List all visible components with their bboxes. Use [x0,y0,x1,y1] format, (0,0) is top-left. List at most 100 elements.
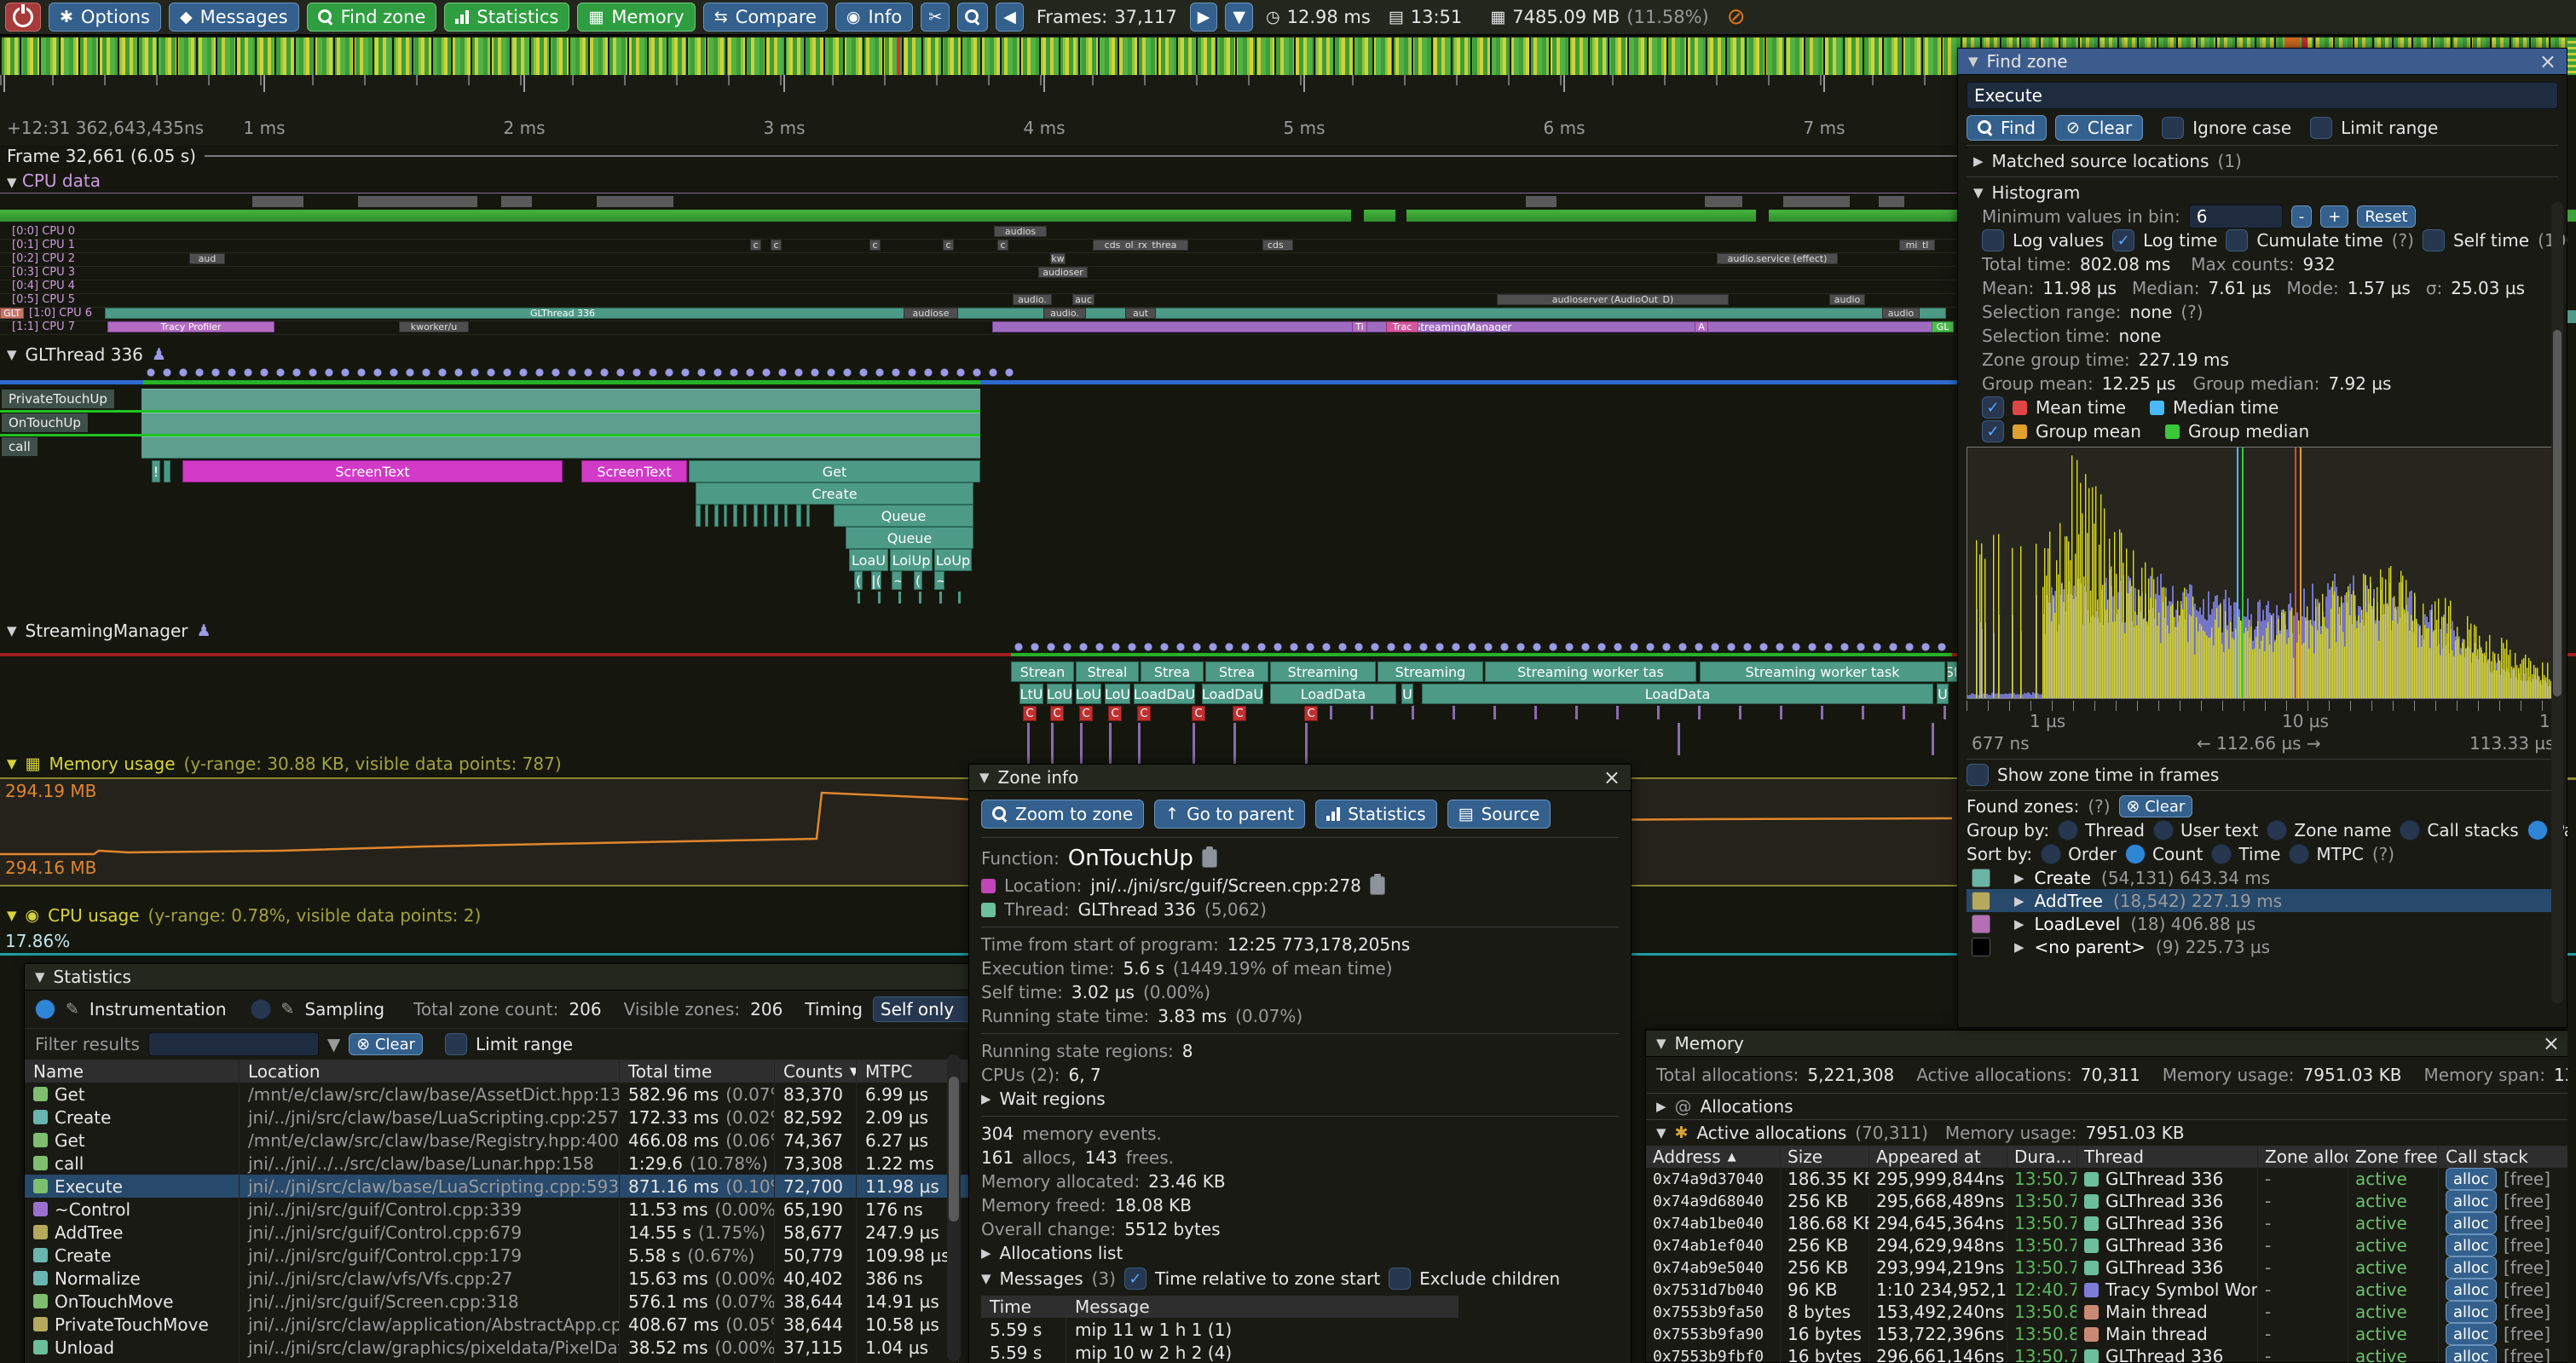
memory-table-header[interactable]: Address▲ SizeAppeared at Dura...Thread Z… [1646,1146,2570,1168]
statistics-button[interactable]: Statistics [444,3,569,32]
cpu-zone-chip[interactable]: GLT [0,308,24,319]
message-row[interactable]: 5.59 smip 10 w 2 h 2 (4) [981,1341,1458,1363]
options-button[interactable]: ✱Options [49,3,161,32]
zone-bar[interactable] [784,505,788,527]
zone-bar[interactable]: Strean [1011,661,1074,682]
limit-range-checkbox[interactable] [2310,117,2332,139]
found-zone-row[interactable]: ▶ Create (54,131) 643.34 ms [1967,866,2558,889]
collapse-icon[interactable]: ▼ [981,1271,991,1286]
cpu-zone-chip[interactable]: GL [1932,321,1954,332]
zone-bar[interactable]: LoadDaU [1134,684,1195,704]
zone-bar[interactable]: LoUp [934,549,972,571]
zone-bar[interactable]: ( [854,571,863,590]
zone-bar[interactable] [806,505,810,527]
matched-locations-toggle[interactable]: ▶ Matched source locations(1) [1967,149,2558,173]
cpu-zone-chip[interactable]: c [869,240,881,251]
allocation-row[interactable]: 0x7553b9fa90 16 bytes 153,722,396ns 13:5… [1646,1323,2570,1345]
copy-icon[interactable] [1370,876,1385,895]
zone-bar[interactable] [164,460,170,482]
source-button[interactable]: ▤Source [1447,800,1551,829]
next-frame-button[interactable]: ▶ [1190,3,1218,32]
zone-bar[interactable]: ( [914,571,922,590]
messages-button[interactable]: ◆Messages [169,3,299,32]
cpu-row-0[interactable]: [0:0] CPU 0audios [0,225,1957,240]
cpu-zone-chip[interactable]: audio. [1013,294,1052,305]
zone-bar[interactable] [696,505,701,527]
clear-filter-button[interactable]: ⊗ Clear [349,1033,423,1055]
sort-by-option[interactable]: Count [2125,844,2203,864]
cpu-row-7[interactable]: Tracy Profilerkworker/uStreamingManagerT… [0,321,1957,335]
allocation-row[interactable]: 0x74a9d37040 186.35 KB 295,999,844ns 13:… [1646,1168,2570,1190]
zone-bar[interactable]: U [1937,684,1949,704]
ignore-case-checkbox[interactable] [2162,117,2184,139]
zone-bar[interactable]: C [1108,706,1122,721]
allocation-row[interactable]: 0x74ab1ef040 256 KB 294,629,948ns 13:50.… [1646,1234,2570,1256]
active-allocations-toggle[interactable]: ▼ ✱ Active allocations (70,311) Memory u… [1646,1120,2570,1146]
group-by-option[interactable]: User text [2153,820,2258,840]
alloc-link[interactable]: alloc [2446,1168,2497,1190]
alloc-link[interactable]: alloc [2446,1301,2497,1323]
allocation-row[interactable]: 0x74a9d68040 256 KB 295,668,489ns 13:50.… [1646,1190,2570,1212]
close-icon[interactable] [2543,1033,2560,1054]
cpu-zone-chip[interactable]: audio [1829,294,1865,305]
zone-bar[interactable] [796,505,801,527]
zone-bar[interactable] [898,592,901,604]
zone-bar[interactable]: Queue [846,527,973,549]
limit-range-checkbox[interactable] [445,1033,467,1055]
zone-bar[interactable]: C [1233,706,1246,721]
zone-bar[interactable] [858,592,860,604]
help-icon[interactable]: (?) [2392,230,2414,251]
power-button[interactable] [5,3,41,32]
zone-bar[interactable]: LoU [1047,684,1072,704]
zone-bar[interactable]: U [1401,684,1413,704]
sort-by-option[interactable]: Time [2211,844,2280,864]
log-values-checkbox[interactable] [1982,229,2004,251]
group-by-option[interactable]: Call stacks [2400,820,2518,840]
cpu-zone-chip[interactable]: audiose [904,308,958,319]
help-icon[interactable]: (?) [2088,796,2110,817]
zone-info-titlebar[interactable]: ▼ Zone info [969,765,1631,791]
cpu-zone-chip[interactable]: audios [994,226,1047,237]
alloc-link[interactable]: alloc [2446,1323,2497,1345]
ghost-zones-icon[interactable]: ♟ [152,345,166,364]
allocation-row[interactable]: 0x7553b9fa50 8 bytes 153,492,240ns 13:50… [1646,1301,2570,1323]
zone-bar[interactable]: St [1947,661,1957,682]
zone-bar[interactable]: Strea [1141,661,1204,682]
zone-bar[interactable] [705,505,708,527]
zone-bar[interactable]: Streaming [1378,661,1483,682]
found-zone-row[interactable]: ▶ AddTree (18,542) 227.19 ms [1967,889,2558,912]
zone-bar[interactable]: C [1023,706,1037,721]
cpu-zone-chip[interactable]: kworker/u [399,321,469,332]
zone-bar[interactable] [754,505,758,527]
info-button[interactable]: ◉Info [835,3,913,32]
cpu-zone-chip[interactable]: StreamingManager [992,321,1933,332]
clear-button[interactable]: ⊘Clear [2055,115,2143,141]
allocation-row[interactable]: 0x7553b9fbf0 16 bytes 296,661,146ns 13:5… [1646,1345,2570,1363]
group-by-option[interactable]: Zone name [2267,820,2391,840]
prev-frame-button[interactable]: ◀ [996,3,1024,32]
found-zone-row[interactable]: ▶ LoadLevel (18) 406.88 µs [1967,912,2558,935]
filter-input[interactable] [148,1032,319,1056]
allocations-toggle[interactable]: ▶@Allocations [1646,1094,2570,1119]
cpu-plot-header[interactable]: ▼ ◉ CPU usage (y-range: 0.78%, visible d… [7,905,481,926]
cumulate-time-checkbox[interactable] [2226,229,2248,251]
sort-by-option[interactable]: Order [2041,844,2117,864]
min-bin-input[interactable] [2189,205,2283,228]
zone-bar[interactable]: |~ [934,571,944,590]
cpu-zone-chip[interactable]: auc [1072,294,1095,305]
sampling-radio[interactable] [251,999,271,1019]
zone-bar[interactable]: Streaming [1270,661,1376,682]
cpu-zone-chip[interactable]: c [943,240,954,251]
show-zone-time-checkbox[interactable] [1967,764,1989,786]
found-zone-row[interactable]: ▶ <no parent> (9) 225.73 µs [1967,935,2558,958]
find-zone-button[interactable]: Find zone [307,3,437,32]
sort-by-option[interactable]: MTPC [2289,844,2364,864]
zone-bar[interactable]: C [1192,706,1205,721]
cpu-zone-chip[interactable]: cds_ [1262,240,1293,251]
zone-bar[interactable]: LtU [1019,684,1043,704]
zone-bar[interactable]: Queue [834,505,973,527]
memory-plot-header[interactable]: ▼ ▦ Memory usage (y-range: 30.88 KB, vis… [7,754,562,774]
zone-bar-privatetouchup[interactable] [142,389,980,411]
zone-bar-ontouchup[interactable] [142,413,980,435]
cpu-row-2[interactable]: [0:2] CPU 2audkwaudio.service (effect) [0,252,1957,267]
